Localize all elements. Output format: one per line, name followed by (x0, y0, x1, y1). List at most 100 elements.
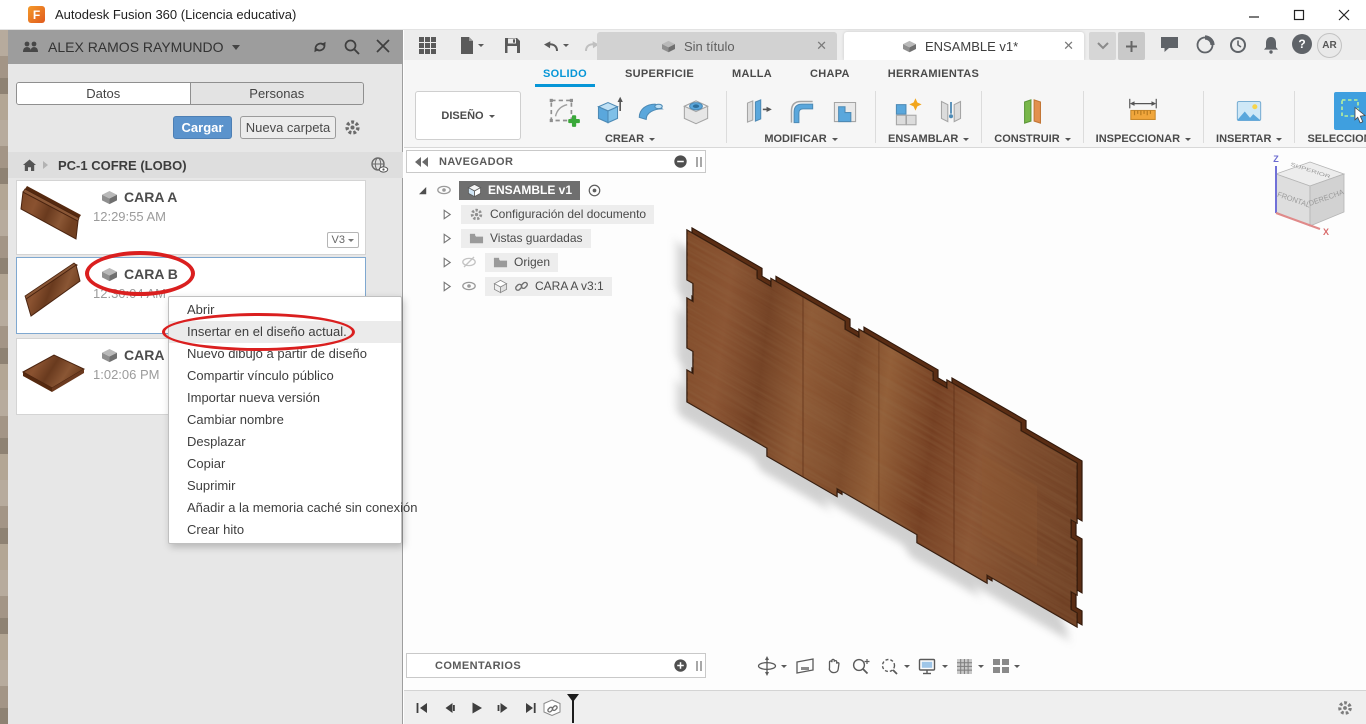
pan-button[interactable] (823, 656, 843, 676)
breadcrumb-project[interactable]: PC-1 COFRE (LOBO) (58, 158, 187, 173)
tree-row-saved-views[interactable]: Vistas guardadas (440, 228, 591, 248)
timeline-settings-gear-icon[interactable] (1336, 699, 1354, 717)
tree-row-doc-settings[interactable]: Configuración del documento (440, 204, 654, 224)
measure-icon[interactable] (1125, 93, 1161, 129)
look-at-button[interactable] (794, 656, 816, 676)
visibility-off-eye-icon[interactable] (461, 254, 477, 270)
search-icon[interactable] (343, 38, 361, 56)
add-comment-icon[interactable] (673, 658, 688, 673)
insert-image-icon[interactable] (1231, 93, 1267, 129)
menu-item-compartir-vinculo[interactable]: Compartir vínculo público (169, 365, 401, 387)
menu-item-crear-hito[interactable]: Crear hito (169, 519, 401, 541)
sync-status-icon[interactable] (1194, 34, 1216, 56)
menu-item-insertar-en-diseno[interactable]: Insertar en el diseño actual. (169, 321, 401, 343)
collapsed-arrow-icon[interactable] (440, 208, 453, 221)
tab-datos[interactable]: Datos (17, 83, 191, 104)
chevron-down-icon[interactable] (232, 45, 240, 54)
collapsed-arrow-icon[interactable] (440, 280, 453, 293)
collapsed-arrow-icon[interactable] (440, 256, 453, 269)
timeline-playhead[interactable] (566, 693, 582, 724)
visibility-eye-icon[interactable] (436, 182, 452, 198)
hole-icon[interactable] (678, 93, 714, 129)
tree-row-origin[interactable]: Origen (440, 252, 558, 272)
display-settings-button[interactable] (917, 656, 948, 676)
help-button[interactable]: ? (1292, 34, 1312, 54)
step-forward-icon[interactable] (495, 700, 511, 716)
menu-item-copiar[interactable]: Copiar (169, 453, 401, 475)
play-icon[interactable] (468, 700, 484, 716)
skip-to-end-icon[interactable] (522, 700, 538, 716)
ribbon-tab-herramientas[interactable]: HERRAMIENTAS (886, 62, 981, 86)
view-cube[interactable]: SUPERIOR FRONTAL DERECHA Z X (1262, 152, 1358, 244)
select-tool-button[interactable] (1334, 92, 1366, 130)
data-panel-settings-gear-icon[interactable] (343, 118, 362, 137)
menu-item-nuevo-dibujo[interactable]: Nuevo dibujo a partir de diseño (169, 343, 401, 365)
revolve-icon[interactable] (634, 93, 670, 129)
fit-button[interactable] (879, 656, 910, 676)
ribbon-tab-chapa[interactable]: CHAPA (808, 62, 852, 86)
team-name[interactable]: ALEX RAMOS RAYMUNDO (48, 39, 224, 55)
menu-item-abrir[interactable]: Abrir (169, 299, 401, 321)
create-sketch-icon[interactable] (546, 93, 582, 129)
notifications-bell-icon[interactable] (1260, 34, 1282, 56)
job-status-clock-icon[interactable] (1227, 34, 1249, 56)
viewport-canvas[interactable]: NAVEGADOR ENSAMBLE v1 Configuración del … (404, 148, 1366, 690)
press-pull-icon[interactable] (739, 93, 775, 129)
linked-component-feature-icon[interactable] (542, 693, 566, 723)
new-component-icon[interactable] (889, 93, 925, 129)
orbit-button[interactable] (756, 655, 787, 677)
expanded-arrow-icon[interactable] (416, 184, 429, 197)
skip-to-start-icon[interactable] (414, 700, 430, 716)
group-label-inspeccionar[interactable]: INSPECCIONAR (1096, 133, 1191, 145)
close-tab-icon[interactable]: ✕ (1063, 38, 1074, 54)
tree-row-cara-a[interactable]: CARA A v3:1 (440, 276, 612, 296)
group-label-construir[interactable]: CONSTRUIR (994, 133, 1070, 145)
document-tab-ensamble[interactable]: ENSAMBLE v1* ✕ (844, 32, 1084, 60)
group-label-crear[interactable]: CREAR (605, 133, 655, 145)
group-label-insertar[interactable]: INSERTAR (1216, 133, 1282, 145)
viewports-button[interactable] (991, 656, 1020, 676)
file-menu-button[interactable] (459, 36, 484, 55)
navigator-panel-header[interactable]: NAVEGADOR (406, 150, 706, 173)
group-label-ensamblar[interactable]: ENSAMBLAR (888, 133, 969, 145)
home-icon[interactable] (22, 158, 37, 172)
panel-grip[interactable] (696, 661, 702, 671)
shell-icon[interactable] (827, 93, 863, 129)
collapse-panel-icon[interactable] (415, 157, 429, 167)
construct-plane-icon[interactable] (1014, 93, 1050, 129)
comments-feed-icon[interactable] (1159, 34, 1181, 54)
open-on-web-icon[interactable] (369, 156, 389, 174)
activate-component-radio-icon[interactable] (587, 183, 602, 198)
ribbon-tab-superficie[interactable]: SUPERFICIE (623, 62, 696, 86)
grid-settings-button[interactable] (955, 656, 984, 676)
group-label-modificar[interactable]: MODIFICAR (764, 133, 837, 145)
new-document-button[interactable] (1118, 32, 1145, 60)
ribbon-tab-malla[interactable]: MALLA (730, 62, 774, 86)
menu-item-cambiar-nombre[interactable]: Cambiar nombre (169, 409, 401, 431)
extrude-icon[interactable] (590, 93, 626, 129)
close-tab-icon[interactable]: ✕ (816, 38, 827, 54)
collapsed-arrow-icon[interactable] (440, 232, 453, 245)
item-card-cara-a[interactable]: CARA A 12:29:55 AM V3 (16, 180, 366, 255)
save-icon[interactable] (504, 37, 521, 54)
tab-list-dropdown-button[interactable] (1089, 32, 1116, 60)
design-workspace-dropdown[interactable]: DISEÑO (415, 91, 521, 140)
close-button[interactable] (1321, 0, 1366, 29)
tree-root-row[interactable]: ENSAMBLE v1 (416, 180, 602, 200)
collapse-tree-icon[interactable] (673, 154, 688, 169)
version-dropdown[interactable]: V3 (327, 232, 359, 248)
tab-personas[interactable]: Personas (191, 83, 364, 104)
joint-icon[interactable] (933, 93, 969, 129)
account-avatar[interactable]: AR (1317, 33, 1342, 58)
menu-item-suprimir[interactable]: Suprimir (169, 475, 401, 497)
fillet-icon[interactable] (783, 93, 819, 129)
step-back-icon[interactable] (441, 700, 457, 716)
visibility-eye-icon[interactable] (461, 278, 477, 294)
group-label-seleccionar[interactable]: SELECCIONAR (1307, 133, 1366, 145)
root-node-ensamble[interactable]: ENSAMBLE v1 (459, 181, 580, 200)
document-tab-sin-titulo[interactable]: Sin título ✕ (597, 32, 837, 60)
refresh-icon[interactable] (311, 38, 329, 56)
upload-button[interactable]: Cargar (173, 116, 232, 139)
timeline-feature-marker[interactable] (542, 693, 582, 724)
menu-item-anadir-cache[interactable]: Añadir a la memoria caché sin conexión (169, 497, 401, 519)
